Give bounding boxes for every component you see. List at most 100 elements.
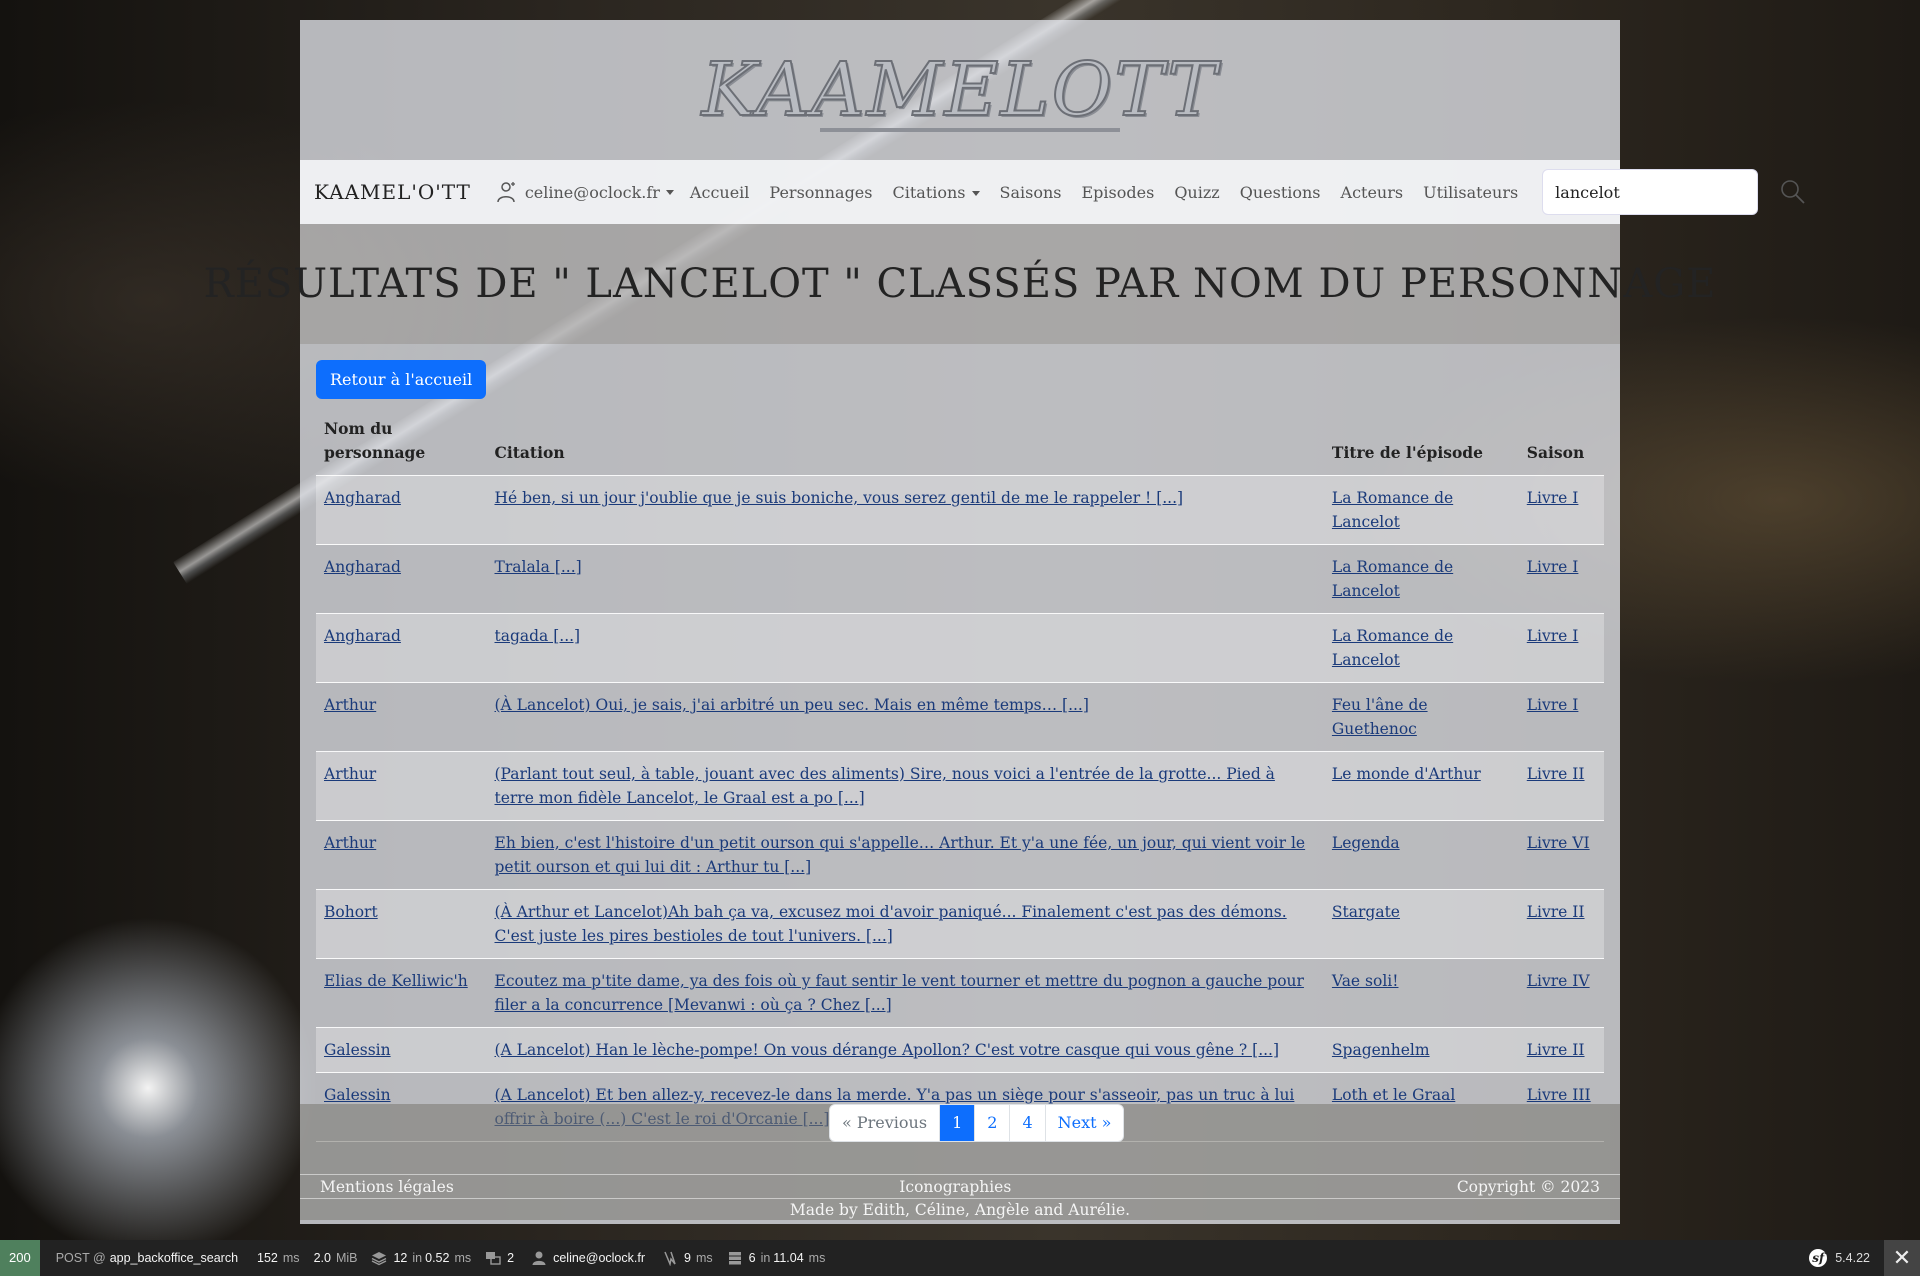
table-row: Angharad tagada [...] La Romance de Lancel…	[316, 613, 1604, 683]
security-panel[interactable]: celine@oclock.fr	[531, 1250, 648, 1266]
legal-mentions-link[interactable]: Mentions légales	[320, 1177, 454, 1196]
memory-panel[interactable]: 2.0 MiB	[314, 1251, 358, 1265]
episode-link[interactable]: Vae soli!	[1332, 972, 1399, 990]
table-cell: La Romance de Lancelot	[1323, 544, 1519, 614]
character-link[interactable]: Galessin	[324, 1041, 391, 1059]
db-query-time: 11.04	[773, 1251, 804, 1265]
table-cell: Livre II	[1518, 889, 1604, 959]
page-title: Résultats de " lancelot " classés par no…	[203, 261, 1717, 307]
table-cell: La Romance de Lancelot	[1323, 613, 1519, 683]
search-button[interactable]	[1780, 177, 1806, 207]
table-cell: Livre I	[1518, 682, 1604, 752]
search-input[interactable]	[1542, 169, 1759, 215]
table-cell: Livre II	[1518, 1027, 1604, 1073]
events-panel[interactable]: 9 ms	[662, 1250, 713, 1266]
nav-link-personnages[interactable]: Personnages	[769, 183, 872, 202]
request-time-unit: ms	[282, 1251, 300, 1265]
quote-link[interactable]: Hé ben, si un jour j'oublie que je suis …	[495, 489, 1184, 507]
table-row: Bohort (À Arthur et Lancelot)Ah bah ça va…	[316, 889, 1604, 959]
page-link-1[interactable]: 1	[940, 1105, 976, 1141]
symfony-logo-icon: sf	[1809, 1249, 1828, 1267]
page-link-2[interactable]: 2	[975, 1105, 1011, 1141]
database-panel[interactable]: 6 in 11.04 ms	[727, 1250, 826, 1266]
episode-link[interactable]: Legenda	[1332, 834, 1400, 852]
twig-render-time: 0.52	[425, 1251, 450, 1265]
nav-link-questions[interactable]: Questions	[1240, 183, 1321, 202]
table-cell: Livre I	[1518, 613, 1604, 683]
quote-link[interactable]: Tralala [...]	[495, 558, 582, 576]
table-cell: Spagenhelm	[1323, 1027, 1519, 1073]
events-time: 9	[683, 1251, 691, 1265]
back-home-button[interactable]: Retour à l'accueil	[316, 360, 487, 399]
page-link-4[interactable]: 4	[1010, 1105, 1046, 1141]
db-query-count: 6	[748, 1251, 756, 1265]
character-link[interactable]: Angharad	[324, 558, 401, 576]
site-logo[interactable]: KAAMELOTT	[701, 38, 1218, 142]
character-link[interactable]: Arthur	[324, 765, 376, 783]
nav-link-acteurs[interactable]: Acteurs	[1341, 183, 1404, 202]
twig-in-label: in	[412, 1251, 423, 1265]
season-link[interactable]: Livre II	[1527, 903, 1585, 921]
quote-link[interactable]: tagada [...]	[495, 627, 581, 645]
status-code-badge[interactable]: 200	[0, 1240, 40, 1276]
episode-link[interactable]: La Romance de Lancelot	[1332, 627, 1453, 669]
nav-link-utilisateurs[interactable]: Utilisateurs	[1423, 183, 1518, 202]
next-page-link[interactable]: Next »	[1046, 1105, 1124, 1141]
nav-link-episodes[interactable]: Episodes	[1082, 183, 1155, 202]
season-link[interactable]: Livre VI	[1527, 834, 1590, 852]
season-link[interactable]: Livre I	[1527, 558, 1579, 576]
twig-panel[interactable]: 12 in 0.52 ms	[371, 1250, 471, 1266]
season-link[interactable]: Livre II	[1527, 1041, 1585, 1059]
character-link[interactable]: Angharad	[324, 489, 401, 507]
quote-link[interactable]: (À Lancelot) Oui, je sais, j'ai arbitré …	[495, 696, 1089, 714]
nav-link-accueil[interactable]: Accueil	[690, 183, 749, 202]
nav-link-quizz[interactable]: Quizz	[1174, 183, 1219, 202]
episode-link[interactable]: Spagenhelm	[1332, 1041, 1430, 1059]
request-info[interactable]: POST @ app_backoffice_search	[54, 1251, 241, 1265]
close-icon[interactable]: ✕	[1884, 1240, 1920, 1276]
memory-usage: 2.0	[313, 1251, 331, 1265]
previous-page-link[interactable]: « Previous	[830, 1105, 941, 1141]
episode-link[interactable]: La Romance de Lancelot	[1332, 558, 1453, 600]
season-link[interactable]: Livre I	[1527, 627, 1579, 645]
nav-link-saisons[interactable]: Saisons	[1000, 183, 1062, 202]
table-cell: Legenda	[1323, 820, 1519, 890]
db-time-unit: ms	[808, 1251, 826, 1265]
logged-user: celine@oclock.fr	[553, 1251, 645, 1265]
episode-link[interactable]: Stargate	[1332, 903, 1400, 921]
quote-link[interactable]: (Parlant tout seul, à table, jouant avec…	[495, 765, 1275, 807]
episode-link[interactable]: Le monde d'Arthur	[1332, 765, 1481, 783]
quote-link[interactable]: Eh bien, c'est l'histoire d'un petit our…	[495, 834, 1306, 876]
events-time-unit: ms	[695, 1251, 713, 1265]
season-link[interactable]: Livre IV	[1527, 972, 1590, 990]
db-in-label: in	[760, 1251, 771, 1265]
table-row: Angharad Tralala [...] La Romance de Lance…	[316, 544, 1604, 614]
table-row: Arthur (Parlant tout seul, à table, jouan…	[316, 751, 1604, 821]
navbar-brand[interactable]: KAAMEL'O'TT	[314, 180, 471, 204]
symfony-version[interactable]: 5.4.22	[1835, 1251, 1870, 1265]
episode-link[interactable]: Loth et le Graal	[1332, 1086, 1455, 1104]
nav-dropdown-citations[interactable]: Citations	[892, 183, 980, 202]
season-link[interactable]: Livre II	[1527, 765, 1585, 783]
character-link[interactable]: Arthur	[324, 834, 376, 852]
character-link[interactable]: Angharad	[324, 627, 401, 645]
character-link[interactable]: Galessin	[324, 1086, 391, 1104]
quote-link[interactable]: (A Lancelot) Han le lèche-pompe! On vous…	[495, 1041, 1280, 1059]
translation-panel[interactable]: 2	[485, 1250, 517, 1266]
season-link[interactable]: Livre III	[1527, 1086, 1591, 1104]
character-link[interactable]: Arthur	[324, 696, 376, 714]
search-icon	[1781, 180, 1805, 204]
quote-link[interactable]: (À Arthur et Lancelot)Ah bah ça va, excu…	[495, 903, 1287, 945]
character-link[interactable]: Elias de Kelliwic'h	[324, 972, 468, 990]
episode-link[interactable]: Feu l'âne de Guethenoc	[1332, 696, 1428, 738]
iconographies-link[interactable]: Iconographies	[899, 1177, 1011, 1196]
timing-panel[interactable]: 152 ms	[257, 1251, 300, 1265]
table-row: Angharad Hé ben, si un jour j'oublie que …	[316, 475, 1604, 545]
quote-link[interactable]: Ecoutez ma p'tite dame, ya des fois où y…	[495, 972, 1304, 1014]
character-link[interactable]: Bohort	[324, 903, 378, 921]
user-dropdown[interactable]: celine@oclock.fr	[495, 181, 674, 203]
episode-link[interactable]: La Romance de Lancelot	[1332, 489, 1453, 531]
season-link[interactable]: Livre I	[1527, 489, 1579, 507]
logo-sword-bar	[820, 128, 1120, 132]
season-link[interactable]: Livre I	[1527, 696, 1579, 714]
